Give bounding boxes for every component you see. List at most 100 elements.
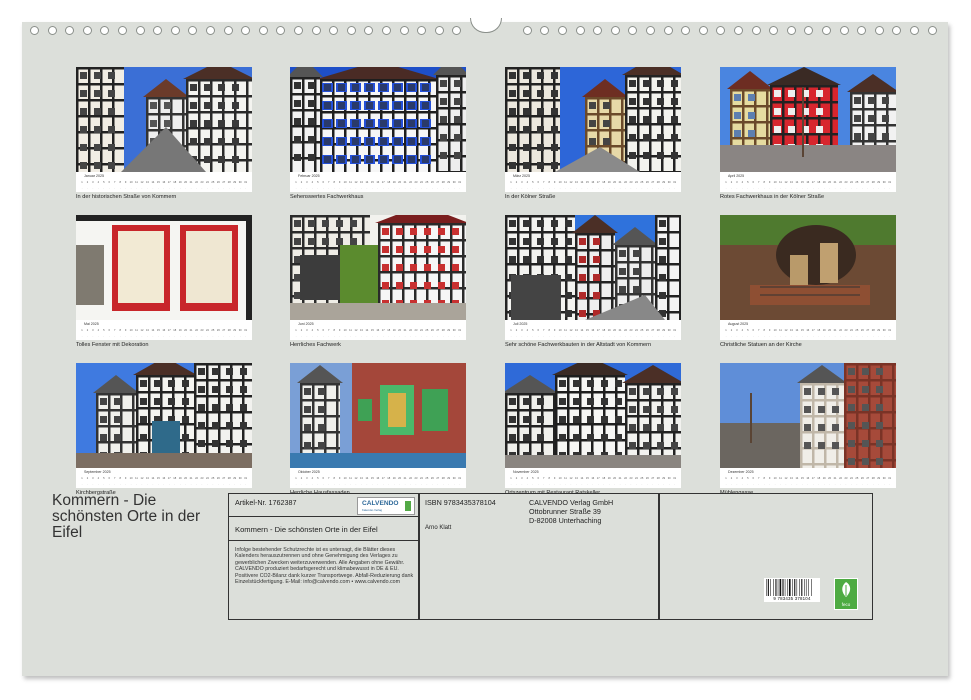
binding-hole [170, 26, 180, 35]
binding-hole [329, 26, 339, 35]
binding-hole [276, 26, 286, 35]
month-name: März 2025 [513, 174, 530, 178]
binding-hole [434, 26, 444, 35]
binding-hole [135, 26, 145, 35]
legal-text: Infolge bestehender Schutzrechte ist es … [235, 547, 414, 586]
publisher-city: D-82008 Unterhaching [529, 516, 602, 525]
month-name: Dezember 2025 [728, 470, 754, 474]
binding-hole [364, 26, 374, 35]
binding-hole [663, 26, 673, 35]
month-caption: Christliche Statuen an der Kirche [720, 342, 802, 348]
month-photo [290, 67, 466, 172]
month-calendar: Juli 2025 1 2 3 4 5 6 7 8 9 10 11 12 13 14 15 16 17 18 19 20… [505, 320, 681, 340]
binding-hole [734, 26, 743, 35]
binding-hole [346, 26, 356, 35]
publisher-street: Ottobrunner Straße 39 [529, 507, 601, 516]
binding-hole [258, 26, 268, 35]
binding-hole [241, 26, 251, 35]
binding-hole [30, 26, 39, 35]
binding-hole [311, 26, 321, 35]
month-calendar: November 2025 1 2 3 4 5 6 7 8 9 10 11 12 13 14 15 16 17 18… [505, 468, 681, 488]
binding-hole [698, 26, 708, 35]
month-name: Juli 2025 [513, 322, 528, 326]
binding-hole [399, 26, 409, 35]
month-calendar: August 2025 1 2 3 4 5 6 7 8 9 10 11 12 13 14 15 16 17 18 19… [720, 320, 896, 340]
binding-hole [610, 26, 620, 35]
publisher-name: CALVENDO Verlag GmbH [529, 498, 614, 507]
binding-hole [910, 26, 919, 35]
month-name: Februar 2025 [298, 174, 320, 178]
binding-hole [223, 26, 233, 35]
binding-hole [417, 26, 427, 35]
month-caption: In der Kölner Straße [505, 194, 556, 200]
month-photo [505, 363, 681, 468]
month-name: April 2025 [728, 174, 745, 178]
binding-hole [769, 26, 779, 35]
month-photo [76, 67, 252, 172]
month-caption: Tolles Fenster mit Dekoration [76, 342, 149, 348]
binding-hole [822, 26, 831, 35]
month-caption: Sehr schöne Fachwerkbauten in der Altsta… [505, 342, 652, 348]
binding-hole [716, 26, 726, 35]
binding-hole [804, 26, 814, 35]
month-calendar: April 2025 1 2 3 4 5 6 7 8 9 10 11 12 13 14 15 16 17 18 19 2… [720, 172, 896, 192]
binding-hole [927, 26, 937, 35]
month-photo [290, 363, 466, 468]
binding-hole [65, 26, 75, 35]
binding-hole [452, 26, 462, 35]
binding-hole [100, 26, 110, 35]
month-calendar: Juni 2025 1 2 3 4 5 6 7 8 9 10 11 12 13 14 15 16 17 18 19 20… [290, 320, 466, 340]
binding-hole [82, 26, 92, 35]
month-calendar: März 2025 1 2 3 4 5 6 7 8 9 10 11 12 13 14 15 16 17 18 19 20… [505, 172, 681, 192]
binding-hole [188, 26, 198, 35]
binding-hole [874, 26, 884, 35]
binding-hole [575, 26, 585, 35]
month-name: September 2025 [84, 470, 111, 474]
month-caption: Rotes Fachwerkhaus in der Kölner Straße [720, 194, 825, 200]
eco-label-icon: feco [834, 578, 858, 610]
month-photo [720, 363, 896, 468]
month-name: Januar 2025 [84, 174, 104, 178]
binding-hole [118, 26, 127, 35]
binding-hole [628, 26, 638, 35]
month-calendar: September 2025 1 2 3 4 5 6 7 8 9 10 11 12 13 14 15 16 17 1… [76, 468, 252, 488]
barcode: 9 783435 378104 [764, 578, 820, 602]
binding-hole [294, 26, 303, 35]
binding-hole [382, 26, 391, 35]
isbn: ISBN 9783435378104 [425, 498, 496, 507]
binding-hole [751, 26, 761, 35]
binding-hole [540, 26, 550, 35]
binding-hole [558, 26, 567, 35]
month-calendar: Februar 2025 1 2 3 4 5 6 7 8 9 10 11 12 13 14 15 16 17 18 1… [290, 172, 466, 192]
article-number: Artikel-Nr. 1762387 [235, 498, 297, 507]
month-photo [505, 67, 681, 172]
author: Arno Klatt [425, 525, 452, 531]
binding-hole [839, 26, 849, 35]
binding-hole [593, 26, 603, 35]
calvendo-logo: CALVENDO Kalender-Verlag [357, 497, 415, 515]
month-photo [290, 215, 466, 320]
month-name: August 2025 [728, 322, 749, 326]
month-name: Juni 2025 [298, 322, 314, 326]
binding-hole [47, 26, 57, 35]
month-calendar: Januar 2025 1 2 3 4 5 6 7 8 9 10 11 12 13 14 15 16 17 18 19… [76, 172, 252, 192]
month-calendar: Mai 2025 1 2 3 4 5 6 7 8 9 10 11 12 13 14 15 16 17 18 19 20 2… [76, 320, 252, 340]
binding-hole [892, 26, 902, 35]
month-caption: Sehenswertes Fachwerkhaus [290, 194, 364, 200]
month-photo [720, 67, 896, 172]
binding-hole [681, 26, 691, 35]
month-calendar: Dezember 2025 1 2 3 4 5 6 7 8 9 10 11 12 13 14 15 16 17 18… [720, 468, 896, 488]
month-name: Oktober 2025 [298, 470, 320, 474]
binding-hole [857, 26, 867, 35]
month-photo [505, 215, 681, 320]
month-calendar: Oktober 2025 1 2 3 4 5 6 7 8 9 10 11 12 13 14 15 16 17 18 1… [290, 468, 466, 488]
info-panel: Artikel-Nr. 1762387 CALVENDO Kalender-Ve… [228, 493, 873, 620]
binding-hole [522, 26, 532, 35]
month-photo [76, 215, 252, 320]
month-photo [76, 363, 252, 468]
binding-hole [646, 26, 655, 35]
binding-hole [786, 26, 796, 35]
binding-hole [153, 26, 163, 35]
month-photo [720, 215, 896, 320]
subtitle: Kommern - Die schönsten Orte in der Eife… [235, 525, 378, 534]
